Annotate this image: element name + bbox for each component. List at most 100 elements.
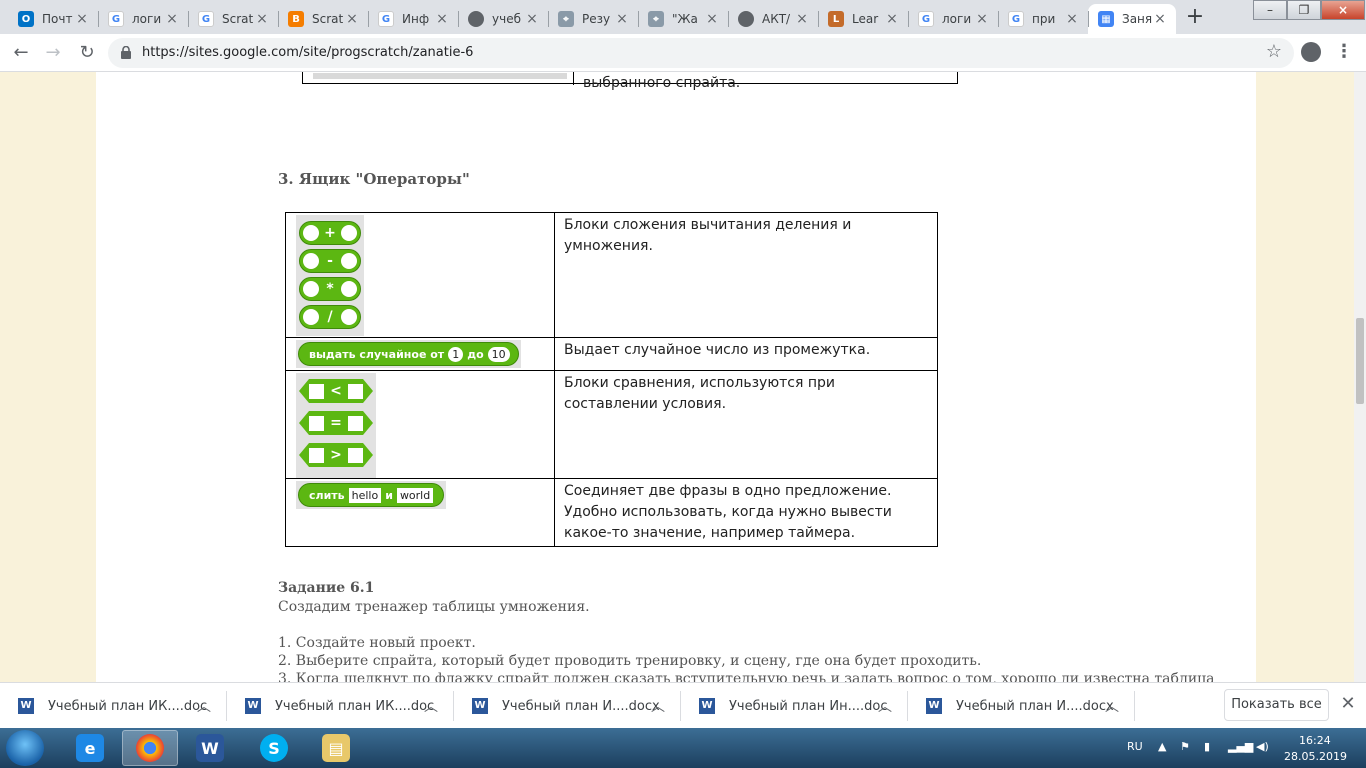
tab-ucheb[interactable]: учеб × xyxy=(458,4,548,34)
tab-pri[interactable]: G при × xyxy=(998,4,1088,34)
close-icon[interactable]: × xyxy=(704,11,720,27)
join-b: world xyxy=(396,487,434,503)
taskbar-ie[interactable]: e xyxy=(62,730,118,766)
tab-pochta[interactable]: O Почт × xyxy=(8,4,98,34)
close-shelf-icon[interactable]: ✕ xyxy=(1338,693,1358,717)
close-icon[interactable]: × xyxy=(794,11,810,27)
download-item[interactable]: W Учебный план И....docx ︿ xyxy=(908,683,1135,729)
google-icon: G xyxy=(378,11,394,27)
close-icon[interactable]: × xyxy=(524,11,540,27)
scrollbar-thumb[interactable] xyxy=(1356,318,1364,404)
table-row: < = > Блоки сравнения, используются при … xyxy=(285,370,938,479)
block-image-cell: < = > xyxy=(285,370,555,479)
close-icon[interactable]: × xyxy=(1064,11,1080,27)
maximize-button[interactable]: ❐ xyxy=(1287,0,1321,20)
task-title: Задание 6.1 xyxy=(278,580,375,596)
tab-scratch-blogger[interactable]: B Scrat × xyxy=(278,4,368,34)
close-icon[interactable]: × xyxy=(74,11,90,27)
download-item[interactable]: W Учебный план ИК....doc ︿ xyxy=(0,683,227,729)
block-image-cell: + - * / xyxy=(285,212,555,338)
clock-time[interactable]: 16:24 xyxy=(1299,734,1331,747)
download-filename: Учебный план Ин....doc xyxy=(729,698,888,714)
operators-table: + - * / Блоки сложения вычитания деления… xyxy=(285,212,938,547)
close-icon[interactable]: × xyxy=(434,11,450,27)
multiply-block: * xyxy=(299,277,361,301)
language-indicator[interactable]: RU xyxy=(1127,740,1143,753)
download-item[interactable]: W Учебный план ИК....doc ︿ xyxy=(227,683,454,729)
back-button[interactable]: ← xyxy=(8,40,34,66)
window-close-button[interactable]: × xyxy=(1321,0,1365,20)
greater-than-block: > xyxy=(299,443,373,467)
tray-arrow-icon[interactable]: ▲ xyxy=(1158,740,1166,753)
close-icon[interactable]: × xyxy=(164,11,180,27)
taskbar-word[interactable]: W xyxy=(182,730,238,766)
network-icon[interactable]: ▂▄▆ xyxy=(1228,740,1253,753)
close-icon[interactable]: × xyxy=(884,11,900,27)
url-path: /site/progscratch/zanatie-6 xyxy=(298,45,474,60)
page-scrollbar[interactable] xyxy=(1354,72,1366,682)
download-item[interactable]: W Учебный план И....docx ︿ xyxy=(454,683,681,729)
chevron-up-icon[interactable]: ︿ xyxy=(424,696,438,716)
close-icon[interactable]: × xyxy=(614,11,630,27)
google-icon: G xyxy=(918,11,934,27)
forward-button[interactable]: → xyxy=(40,40,66,66)
taskbar-explorer[interactable]: ▤ xyxy=(308,730,364,766)
previous-table-fragment: выбранного спрайта. xyxy=(302,72,958,91)
tab-rezu[interactable]: ⌖ Резу × xyxy=(548,4,638,34)
tab-logi[interactable]: G логи × xyxy=(98,4,188,34)
close-icon[interactable]: × xyxy=(254,11,270,27)
chevron-up-icon[interactable]: ︿ xyxy=(878,696,892,716)
tab-scratch[interactable]: G Scrat × xyxy=(188,4,278,34)
operator-symbol: - xyxy=(327,252,333,269)
tab-zha[interactable]: ⌖ "Жа × xyxy=(638,4,728,34)
table-row: + - * / Блоки сложения вычитания деления… xyxy=(285,212,938,338)
download-filename: Учебный план ИК....doc xyxy=(275,698,435,714)
word-doc-icon: W xyxy=(18,698,34,714)
equals-block: = xyxy=(299,411,373,435)
chevron-up-icon[interactable]: ︿ xyxy=(651,696,665,716)
show-all-downloads-button[interactable]: Показать все xyxy=(1224,689,1329,721)
arithmetic-blocks-image: + - * / xyxy=(296,215,364,336)
power-icon[interactable]: ▮ xyxy=(1204,740,1210,753)
clock-date[interactable]: 28.05.2019 xyxy=(1284,750,1347,763)
address-bar[interactable]: https://sites.google.com/site/progscratc… xyxy=(108,38,1294,68)
volume-icon[interactable]: ◀) xyxy=(1256,740,1269,753)
new-tab-button[interactable]: + xyxy=(1181,6,1209,30)
skype-icon: S xyxy=(260,734,288,762)
tab-zanya-active[interactable]: ▦ Заня × xyxy=(1088,4,1176,34)
tab-learn[interactable]: L Lear × xyxy=(818,4,908,34)
lock-icon xyxy=(121,46,131,59)
google-icon: G xyxy=(1008,11,1024,27)
tab-inf[interactable]: G Инф × xyxy=(368,4,458,34)
subtract-block: - xyxy=(299,249,361,273)
profile-avatar-icon[interactable] xyxy=(1301,42,1321,62)
close-icon[interactable]: × xyxy=(1152,11,1168,27)
url-host: https://sites.google.com xyxy=(142,45,299,60)
close-icon[interactable]: × xyxy=(974,11,990,27)
download-item[interactable]: W Учебный план Ин....doc ︿ xyxy=(681,683,908,729)
minimize-button[interactable]: – xyxy=(1253,0,1287,20)
less-than-block: < xyxy=(299,379,373,403)
taskbar-skype[interactable]: S xyxy=(246,730,302,766)
task-step: 2. Выберите спрайта, который будет прово… xyxy=(278,653,982,669)
random-prefix: выдать случайное от xyxy=(309,347,445,361)
chevron-up-icon[interactable]: ︿ xyxy=(1105,696,1119,716)
tab-akt[interactable]: АКТ/ × xyxy=(728,4,818,34)
close-icon[interactable]: × xyxy=(344,11,360,27)
bookmark-star-icon[interactable]: ☆ xyxy=(1266,41,1282,62)
reload-button[interactable]: ↻ xyxy=(74,40,100,66)
browser-menu-icon[interactable]: ⋮ xyxy=(1335,42,1353,64)
chevron-up-icon[interactable]: ︿ xyxy=(197,696,211,716)
table-row: выдать случайное от 1 до 10 Выдает случа… xyxy=(285,337,938,371)
google-sites-icon: ▦ xyxy=(1098,11,1114,27)
download-filename: Учебный план И....docx xyxy=(956,698,1114,714)
tab-logi-2[interactable]: G логи × xyxy=(908,4,998,34)
block-image-cell: слить hello и world xyxy=(285,478,555,547)
taskbar-chrome[interactable] xyxy=(122,730,178,766)
previous-cell-text: выбранного спрайта. xyxy=(583,75,741,91)
word-doc-icon: W xyxy=(472,698,488,714)
content-column: выбранного спрайта. 3. Ящик "Операторы" … xyxy=(96,72,1256,682)
download-filename: Учебный план ИК....doc xyxy=(48,698,208,714)
flag-icon[interactable]: ⚑ xyxy=(1180,740,1190,753)
start-button[interactable] xyxy=(6,730,44,766)
